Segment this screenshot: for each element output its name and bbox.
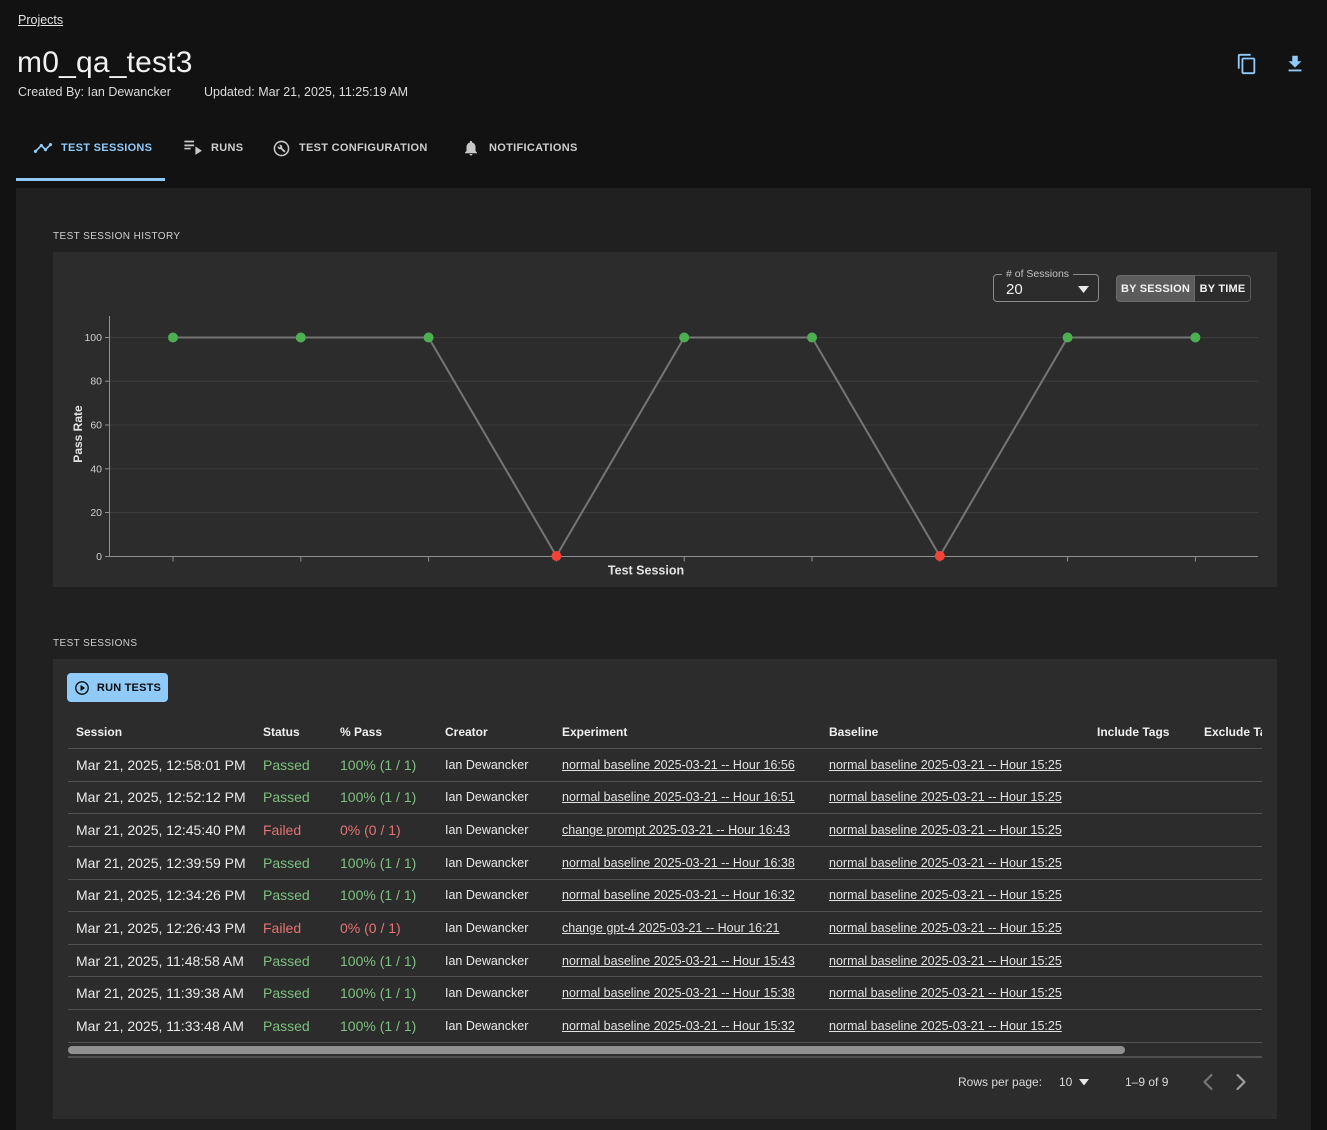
- svg-text:Test Session: Test Session: [608, 564, 684, 578]
- svg-text:40: 40: [90, 463, 102, 475]
- svg-text:80: 80: [90, 376, 102, 388]
- svg-text:100: 100: [84, 332, 102, 344]
- svg-text:0: 0: [96, 551, 102, 563]
- svg-text:20: 20: [90, 507, 102, 519]
- svg-text:60: 60: [90, 420, 102, 432]
- svg-text:Pass Rate: Pass Rate: [71, 405, 85, 463]
